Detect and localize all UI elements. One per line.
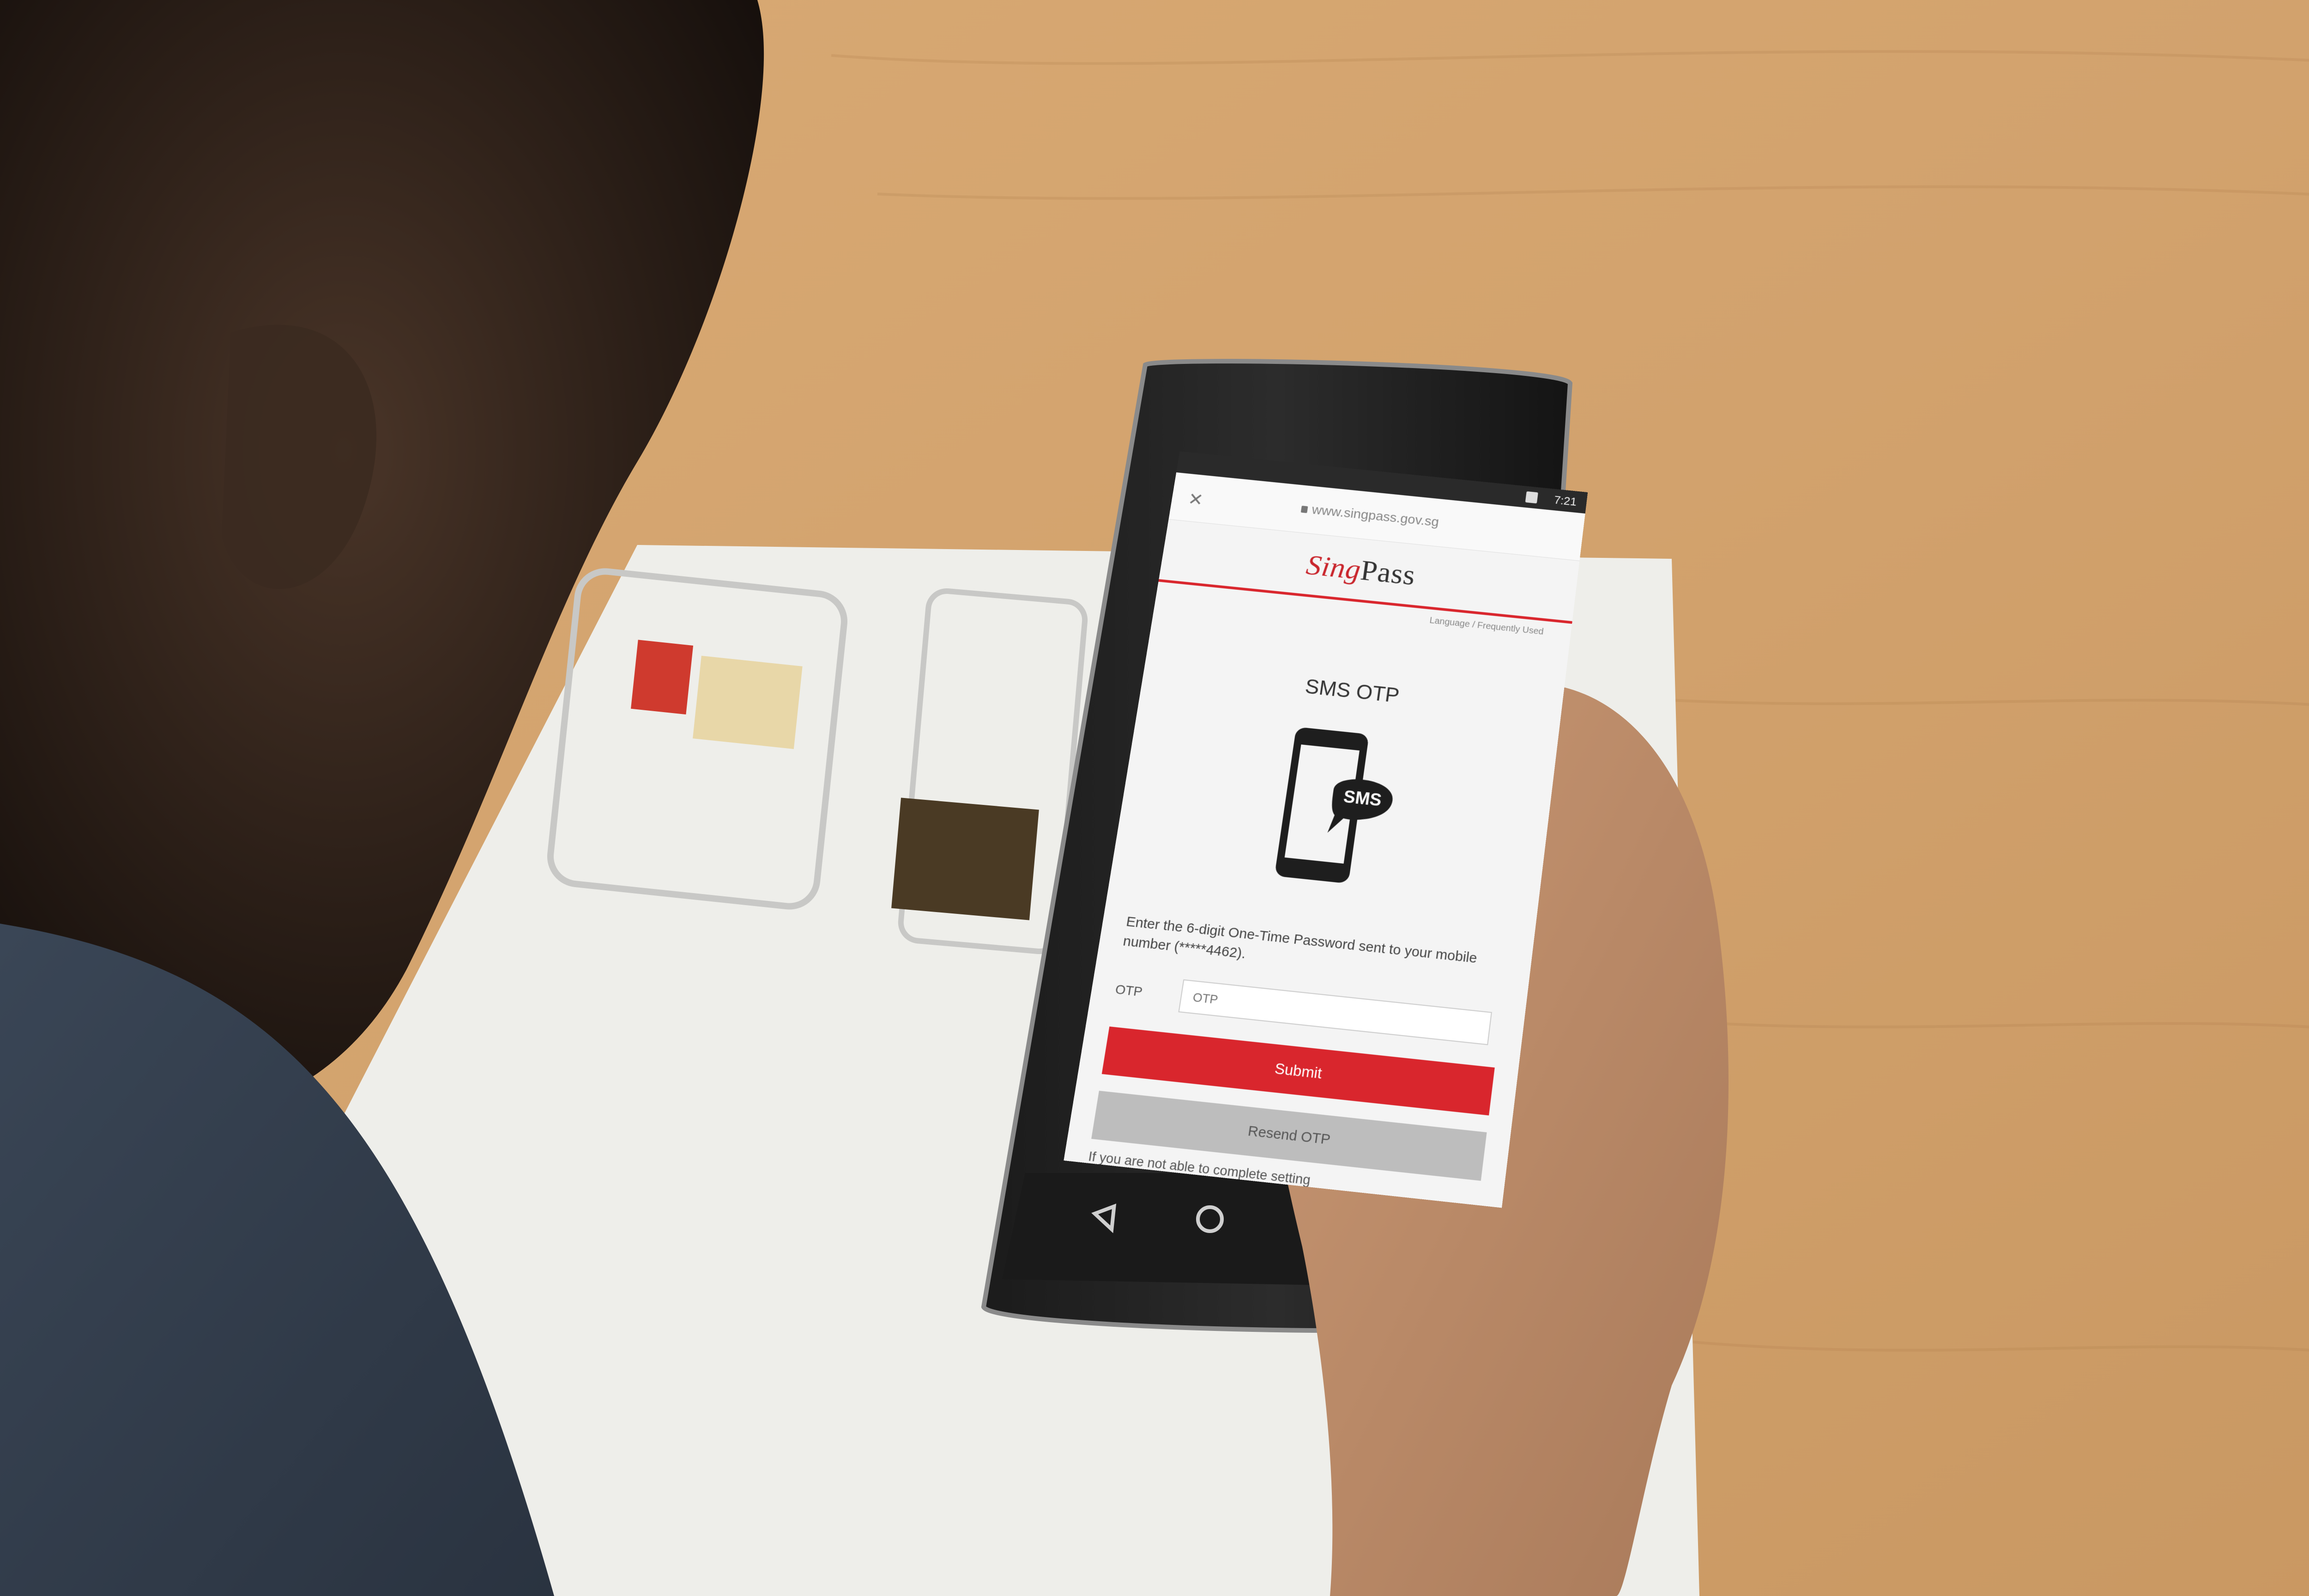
status-time: 7:21 xyxy=(1553,493,1578,508)
back-triangle-icon xyxy=(1093,1204,1114,1229)
url-text[interactable]: www.singpass.gov.sg xyxy=(1300,502,1440,530)
battery-icon xyxy=(1525,491,1538,503)
singpass-logo[interactable]: SingPass xyxy=(1303,549,1443,601)
brochure-mockup-illustration xyxy=(693,656,803,749)
brochure-mockup-red-block xyxy=(631,640,693,714)
otp-label: OTP xyxy=(1114,982,1143,1000)
otp-instruction: Enter the 6-digit One-Time Password sent… xyxy=(1122,912,1509,991)
sms-phone-illustration: SMS xyxy=(1264,721,1406,897)
android-nav-bar xyxy=(1044,1182,1459,1265)
lock-icon xyxy=(1301,506,1308,513)
page-title: SMS OTP xyxy=(1142,658,1563,725)
close-icon[interactable]: ✕ xyxy=(1187,489,1205,510)
logo-sing-text: Sing xyxy=(1304,549,1363,586)
brochure-mockup-photo xyxy=(891,798,1039,920)
sms-bubble-label: SMS xyxy=(1342,786,1383,810)
home-circle-icon xyxy=(1198,1207,1222,1231)
logo-pass-text: Pass xyxy=(1359,554,1417,591)
otp-input[interactable] xyxy=(1178,979,1492,1046)
